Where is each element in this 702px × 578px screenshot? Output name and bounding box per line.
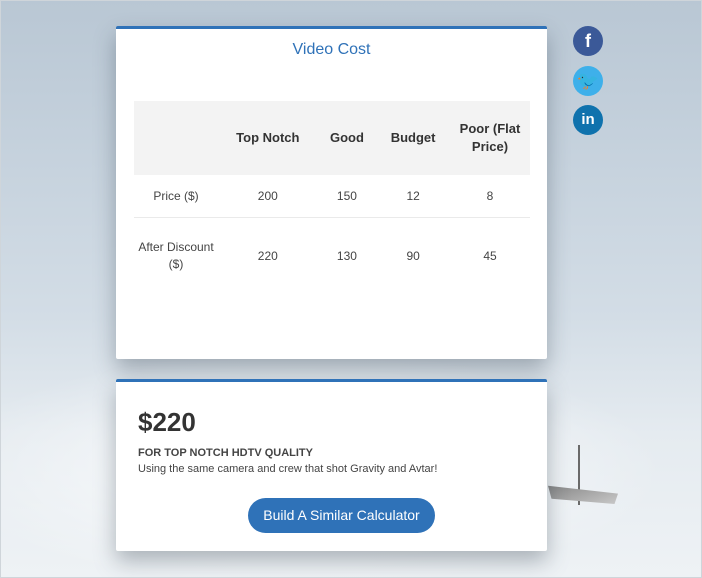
build-calculator-button[interactable]: Build A Similar Calculator (248, 498, 435, 533)
card-title: Video Cost (292, 41, 371, 58)
table-cell: 8 (450, 175, 530, 218)
table-cell: 12 (376, 175, 450, 218)
linkedin-icon[interactable]: in (573, 105, 603, 135)
header-empty (134, 101, 218, 175)
row-label: Price ($) (134, 175, 218, 218)
background-shelter (548, 485, 618, 504)
table-row: After Discount ($) 220 130 90 45 (134, 218, 530, 295)
table-cell: 220 (257, 248, 278, 263)
header-budget: Budget (390, 130, 436, 145)
header-good: Good (329, 130, 364, 145)
table-row: Price ($) 200 150 12 8 (134, 175, 530, 218)
facebook-icon[interactable]: f (573, 26, 603, 56)
table-header-row: Top Notch Good Budget Poor (Flat Price) (134, 101, 530, 175)
header-poor: Poor (Flat Price) (459, 121, 521, 154)
table-cell: 90 (406, 248, 420, 263)
twitter-icon[interactable]: 🐦 (573, 66, 603, 96)
total-price: $220 (138, 407, 196, 437)
result-card: $220 FOR TOP NOTCH HDTV QUALITY Using th… (116, 379, 547, 551)
table-cell: 200 (218, 175, 318, 218)
table-cell: 45 (483, 248, 497, 263)
quality-subtitle: FOR TOP NOTCH HDTV QUALITY (138, 447, 313, 459)
header-top-notch: Top Notch (236, 130, 300, 145)
row-label: After Discount ($) (138, 240, 214, 271)
table-cell: 150 (317, 175, 377, 218)
cost-table-card: Video Cost Top Notch Good Budget Poor (F… (116, 26, 547, 359)
quality-description: Using the same camera and crew that shot… (138, 463, 438, 475)
cost-table: Top Notch Good Budget Poor (Flat Price) … (134, 101, 530, 294)
table-cell: 130 (336, 248, 357, 263)
